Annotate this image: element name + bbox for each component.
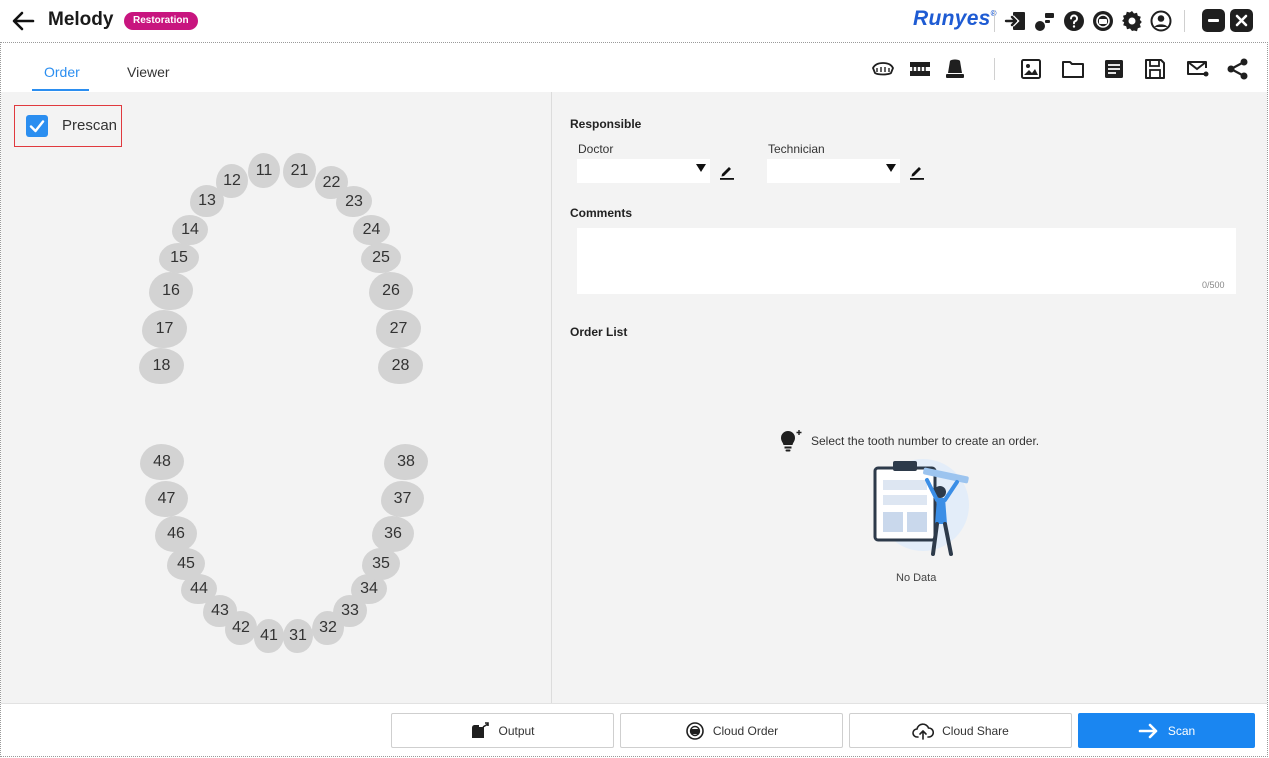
- output-button[interactable]: Output: [391, 713, 614, 748]
- scan-button[interactable]: Scan: [1078, 713, 1255, 748]
- prescan-checkbox[interactable]: [26, 115, 48, 137]
- back-arrow-icon[interactable]: [10, 9, 36, 33]
- mode-badge: Restoration: [124, 12, 198, 30]
- cloud-share-button[interactable]: Cloud Share: [849, 713, 1072, 748]
- doctor-select[interactable]: [577, 159, 710, 183]
- bite-icon[interactable]: [907, 56, 933, 82]
- tooth-14[interactable]: 14: [172, 215, 208, 245]
- tooth-45[interactable]: 45: [167, 548, 205, 580]
- prescan-toggle[interactable]: Prescan: [14, 105, 122, 147]
- separator: [1184, 10, 1185, 32]
- settings-icon[interactable]: [1120, 9, 1144, 33]
- close-button[interactable]: [1230, 9, 1253, 32]
- checkmark-icon: [29, 120, 45, 133]
- chevron-down-icon: [886, 164, 896, 172]
- tooth-13[interactable]: 13: [190, 185, 224, 217]
- plugin-icon[interactable]: [1091, 9, 1115, 33]
- minimize-icon: [1208, 19, 1219, 22]
- comments-title: Comments: [570, 206, 633, 220]
- brand-logo: Runyes®: [913, 7, 997, 30]
- tooth-31[interactable]: 31: [283, 619, 313, 653]
- tooth-48[interactable]: 48: [140, 444, 184, 480]
- title-bar: Melody Restoration Runyes®: [0, 0, 1269, 42]
- footer-bar: Output Cloud Order Cloud Share Scan: [1, 703, 1267, 756]
- tab-bar: Order Viewer: [1, 43, 1267, 92]
- device-icon[interactable]: [1033, 9, 1057, 33]
- tooth-16[interactable]: 16: [149, 272, 193, 310]
- separator: [994, 58, 995, 80]
- help-icon[interactable]: [1062, 9, 1086, 33]
- output-icon: [472, 721, 490, 738]
- tooth-36[interactable]: 36: [372, 516, 414, 552]
- app-title: Melody: [48, 9, 114, 30]
- order-list-title: Order List: [570, 325, 628, 339]
- upper-jaw-icon[interactable]: [870, 56, 896, 82]
- lightbulb-icon: [781, 430, 802, 452]
- tooth-24[interactable]: 24: [353, 215, 390, 245]
- tooth-11[interactable]: 11: [248, 153, 280, 188]
- tooth-23[interactable]: 23: [336, 186, 372, 217]
- order-hint-text: Select the tooth number to create an ord…: [811, 434, 1040, 448]
- mail-icon[interactable]: [1184, 56, 1210, 82]
- prescan-label: Prescan: [62, 117, 118, 134]
- tooth-47[interactable]: 47: [145, 481, 188, 517]
- tooth-21[interactable]: 21: [283, 153, 316, 188]
- arrow-right-icon: [1138, 723, 1158, 738]
- save-icon[interactable]: [1142, 56, 1168, 82]
- share-icon[interactable]: [1225, 56, 1251, 82]
- folder-icon[interactable]: [1060, 56, 1086, 82]
- tooth-38[interactable]: 38: [384, 444, 428, 480]
- cloud-share-label: Cloud Share: [942, 723, 1009, 738]
- tooth-35[interactable]: 35: [362, 548, 400, 580]
- cloud-order-button[interactable]: Cloud Order: [620, 713, 843, 748]
- tooth-15[interactable]: 15: [159, 243, 199, 273]
- die-icon[interactable]: [942, 56, 968, 82]
- technician-label: Technician: [768, 142, 825, 156]
- doctor-edit-icon[interactable]: [718, 162, 736, 180]
- cloud-order-icon: [686, 721, 704, 740]
- tooth-17[interactable]: 17: [142, 310, 187, 348]
- tooth-41[interactable]: 41: [254, 619, 284, 653]
- tooth-28[interactable]: 28: [378, 348, 423, 384]
- tooth-27[interactable]: 27: [376, 310, 421, 348]
- cloud-order-label: Cloud Order: [712, 723, 779, 738]
- tab-order[interactable]: Order: [44, 64, 80, 80]
- document-icon[interactable]: [1101, 56, 1127, 82]
- separator: [994, 10, 995, 32]
- image-icon[interactable]: [1018, 56, 1044, 82]
- tooth-26[interactable]: 26: [369, 272, 413, 310]
- doctor-label: Doctor: [578, 142, 614, 156]
- technician-edit-icon[interactable]: [908, 162, 926, 180]
- minimize-button[interactable]: [1202, 9, 1225, 32]
- scan-label: Scan: [1167, 723, 1196, 738]
- account-icon[interactable]: [1149, 9, 1173, 33]
- no-data-label: No Data: [896, 572, 937, 584]
- tooth-37[interactable]: 37: [381, 481, 424, 517]
- exit-icon[interactable]: [1004, 9, 1028, 33]
- comments-counter: 0/500: [1202, 280, 1225, 290]
- tab-viewer[interactable]: Viewer: [127, 64, 170, 80]
- empty-state-illustration: [873, 459, 969, 556]
- order-panel: Responsible Doctor Technician Comments 0…: [552, 92, 1267, 703]
- tooth-46[interactable]: 46: [155, 516, 197, 552]
- responsible-title: Responsible: [570, 117, 642, 131]
- active-tab-indicator: [32, 89, 89, 91]
- comments-input[interactable]: [577, 228, 1236, 294]
- technician-select[interactable]: [767, 159, 900, 183]
- tooth-chart-panel: Prescan 11 12 13 14 15 16 17 18 21 22 23…: [1, 92, 551, 703]
- tooth-25[interactable]: 25: [361, 243, 401, 273]
- chevron-down-icon: [696, 164, 706, 172]
- output-label: Output: [498, 723, 535, 738]
- cloud-upload-icon: [912, 722, 935, 740]
- close-icon: [1235, 14, 1248, 27]
- tooth-18[interactable]: 18: [139, 348, 184, 384]
